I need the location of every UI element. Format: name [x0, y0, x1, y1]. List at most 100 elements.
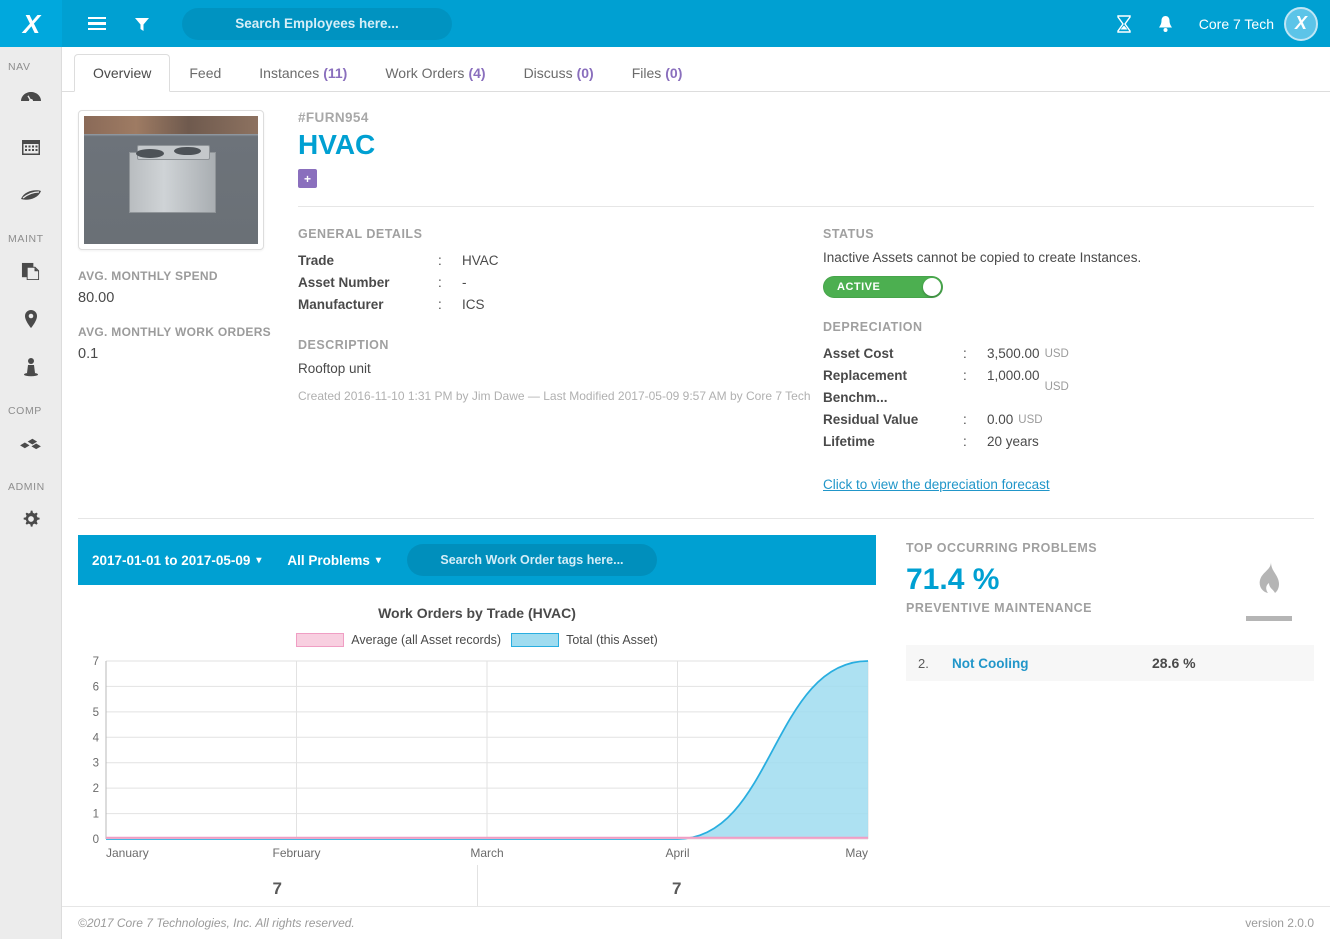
- depreciation-forecast-link[interactable]: Click to view the depreciation forecast: [823, 477, 1050, 492]
- tab-feed[interactable]: Feed: [170, 54, 240, 92]
- problem-filter[interactable]: All Problems ▾: [287, 553, 381, 568]
- funnel-icon[interactable]: [134, 16, 150, 32]
- detail-value: -: [462, 275, 467, 290]
- work-orders-area-chart[interactable]: 0 1 2 3 4 5 6 7 January February March April May: [78, 655, 876, 865]
- svg-text:0: 0: [93, 834, 99, 846]
- dep-colon: :: [963, 346, 967, 361]
- depreciation-heading: DEPRECIATION: [823, 320, 923, 334]
- chart-legend: Average (all Asset records) Total (this …: [78, 633, 876, 647]
- sidebar: NAV MAINT COMP ADMIN: [0, 47, 62, 939]
- sidebar-item-assets[interactable]: [0, 247, 61, 295]
- general-details-heading: GENERAL DETAILS: [298, 227, 423, 241]
- chart-plot-area: 0 1 2 3 4 5 6 7 January February March April May: [78, 655, 876, 865]
- top-problem-name: PREVENTIVE MAINTENANCE: [906, 601, 1093, 615]
- svg-text:February: February: [272, 846, 320, 860]
- avg-monthly-spend-label: AVG. MONTHLY SPEND: [78, 269, 218, 283]
- top-problem-main: 71.4 % PREVENTIVE MAINTENANCE: [906, 555, 1314, 621]
- chevron-down-icon: ▾: [256, 554, 262, 566]
- sidebar-item-locations[interactable]: [0, 295, 61, 343]
- search-input[interactable]: Search Employees here...: [182, 7, 452, 40]
- legend-swatch-total: [511, 633, 560, 647]
- detail-colon: :: [438, 253, 442, 268]
- top-problem-text-block: 71.4 % PREVENTIVE MAINTENANCE: [906, 555, 1092, 615]
- photo-hvac-unit: [129, 144, 217, 214]
- sidebar-item-settings[interactable]: [0, 495, 61, 543]
- asset-detail-column: #FURN954 HVAC + GENERAL DETAILS Trade : …: [278, 110, 1314, 494]
- avg-monthly-spend-value: 80.00: [78, 290, 115, 307]
- depreciation-row-lifetime: Lifetime : 20 years: [823, 431, 1314, 453]
- legend-swatch-average: [296, 633, 345, 647]
- legend-item-average[interactable]: Average (all Asset records): [296, 633, 501, 647]
- detail-key: Trade: [298, 253, 335, 268]
- flame-leaf-icon: [20, 188, 42, 202]
- dep-unit: USD: [1044, 348, 1069, 360]
- svg-text:3: 3: [93, 758, 99, 770]
- sidebar-item-calendar[interactable]: [0, 123, 61, 171]
- sidebar-item-inventory[interactable]: [0, 419, 61, 467]
- description-heading: DESCRIPTION: [298, 338, 389, 352]
- dep-key: Replacement Benchm...: [823, 368, 908, 405]
- dep-unit: USD: [1044, 381, 1069, 393]
- asset-summary-column: AVG. MONTHLY SPEND 80.00 AVG. MONTHLY WO…: [78, 110, 278, 494]
- date-range-filter[interactable]: 2017-01-01 to 2017-05-09 ▾: [92, 553, 261, 568]
- detail-row-asset-number: Asset Number : -: [298, 272, 823, 294]
- hamburger-icon[interactable]: [88, 16, 106, 31]
- status-toggle[interactable]: ACTIVE: [823, 276, 943, 298]
- detail-key: Manufacturer: [298, 297, 384, 312]
- tab-instances-label: Instances: [259, 65, 320, 81]
- user-name[interactable]: Core 7 Tech: [1199, 16, 1274, 32]
- tab-work-orders-label: Work Orders: [385, 65, 465, 81]
- dep-colon: :: [963, 434, 967, 449]
- svg-text:1: 1: [93, 809, 99, 821]
- tab-overview[interactable]: Overview: [74, 54, 171, 92]
- analytics-section: 2017-01-01 to 2017-05-09 ▾ All Problems …: [62, 519, 1330, 913]
- footer-copyright: ©2017 Core 7 Technologies, Inc. All righ…: [78, 916, 355, 930]
- plus-icon: +: [303, 171, 311, 186]
- app-logo[interactable]: X: [0, 0, 62, 47]
- dep-key: Asset Cost: [823, 346, 894, 361]
- dep-value: 20 years: [987, 434, 1039, 449]
- sidebar-group-label-comp: COMP: [8, 405, 42, 417]
- sidebar-item-dashboard[interactable]: [0, 75, 61, 123]
- map-pin-icon: [24, 309, 38, 329]
- chevron-down-icon: ▾: [375, 554, 381, 566]
- problem-name-link[interactable]: Not Cooling: [952, 656, 1152, 671]
- add-tag-button[interactable]: +: [298, 169, 317, 188]
- problem-list-item[interactable]: 2. Not Cooling 28.6 %: [906, 645, 1314, 681]
- asset-photo[interactable]: [78, 110, 264, 250]
- tab-work-orders[interactable]: Work Orders (4): [366, 54, 504, 92]
- dep-key: Residual Value: [823, 412, 919, 427]
- problem-filter-label: All Problems: [287, 552, 370, 568]
- chart-title: Work Orders by Trade (HVAC): [378, 605, 576, 621]
- sidebar-group-label-nav: NAV: [8, 61, 31, 73]
- depreciation-row-replacement-benchmark: Replacement Benchm... : 1,000.00 USD: [823, 365, 1314, 409]
- tab-files[interactable]: Files (0): [613, 54, 702, 92]
- created-modified-meta: Created 2016-11-10 1:31 PM by Jim Dawe —…: [298, 389, 811, 403]
- avatar[interactable]: X: [1284, 6, 1318, 41]
- problem-rank: 2.: [918, 655, 929, 671]
- bell-icon[interactable]: [1158, 15, 1173, 33]
- top-bar: X Search Employees here... Core 7 Tech X: [0, 0, 1330, 47]
- person-icon: [22, 357, 40, 377]
- status-depreciation-panel: STATUS Inactive Assets cannot be copied …: [823, 227, 1314, 494]
- tab-instances[interactable]: Instances (11): [240, 54, 366, 92]
- dep-colon: :: [963, 412, 967, 427]
- calendar-icon: [21, 138, 41, 156]
- boxes-icon: [19, 435, 42, 452]
- tab-discuss[interactable]: Discuss (0): [505, 54, 613, 92]
- app-root: X Search Employees here... Core 7 Tech X…: [0, 0, 1330, 939]
- tag-search-input[interactable]: Search Work Order tags here...: [406, 544, 657, 576]
- sidebar-item-problems[interactable]: [0, 171, 61, 219]
- status-heading: STATUS: [823, 227, 875, 241]
- top-problem-percent: 71.4 %: [906, 563, 1000, 596]
- legend-item-total[interactable]: Total (this Asset): [511, 633, 658, 647]
- asset-id: #FURN954: [298, 110, 369, 125]
- dep-value: 1,000.00: [987, 368, 1040, 383]
- divider: [298, 206, 1314, 207]
- gear-icon: [22, 510, 40, 528]
- detail-value: HVAC: [462, 253, 499, 268]
- main-content: Overview Feed Instances (11) Work Orders…: [62, 47, 1330, 939]
- work-orders-chart-panel: 2017-01-01 to 2017-05-09 ▾ All Problems …: [78, 535, 876, 913]
- hourglass-icon[interactable]: [1116, 14, 1132, 33]
- sidebar-item-employees[interactable]: [0, 343, 61, 391]
